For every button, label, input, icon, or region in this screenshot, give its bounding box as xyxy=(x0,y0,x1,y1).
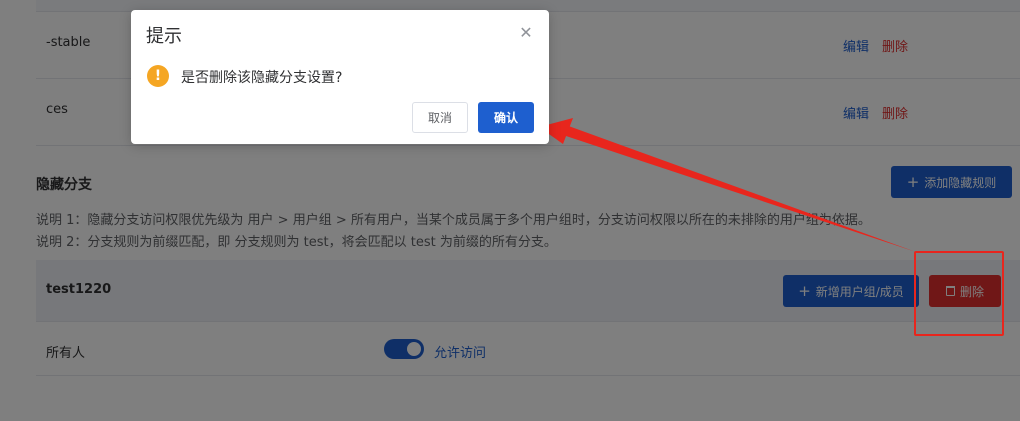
confirm-dialog: 提示 ✕ ! 是否删除该隐藏分支设置? 取消 确认 xyxy=(131,10,549,144)
confirm-button[interactable]: 确认 xyxy=(478,102,534,133)
warning-icon: ! xyxy=(147,65,169,87)
dialog-title: 提示 xyxy=(146,26,182,47)
dialog-message: 是否删除该隐藏分支设置? xyxy=(181,70,343,86)
cancel-button[interactable]: 取消 xyxy=(412,102,468,133)
close-icon[interactable]: ✕ xyxy=(519,25,533,41)
annotation-highlight-box xyxy=(914,251,1004,336)
